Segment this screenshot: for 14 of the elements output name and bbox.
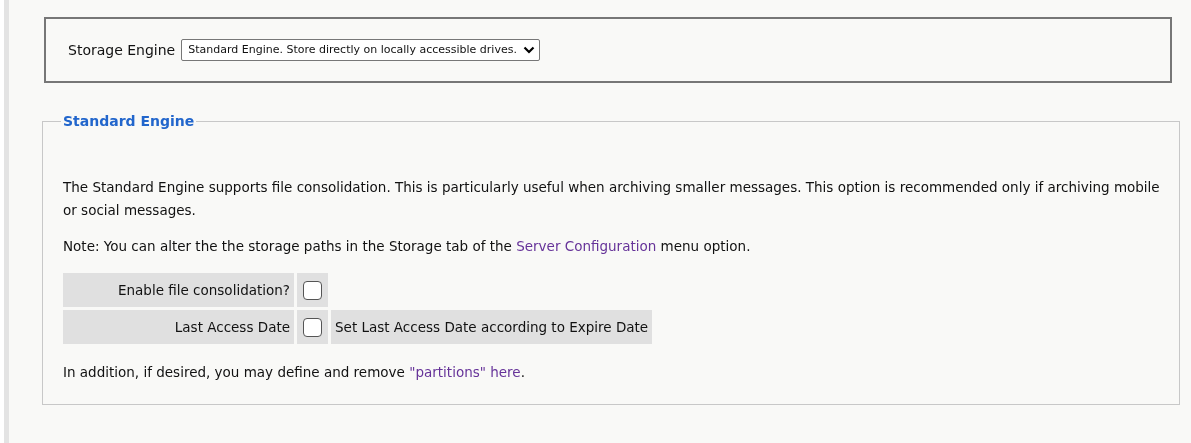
- option-label: Last Access Date: [63, 310, 294, 344]
- chevron-down-icon: [522, 46, 535, 54]
- option-label: Enable file consolidation?: [63, 273, 294, 307]
- description-text: The Standard Engine supports file consolidation. This is particularly useful when archiving smaller messages. This option is recommended only if archiving mobile or social messages.: [63, 178, 1161, 220]
- checkbox[interactable]: [303, 280, 322, 300]
- option-description: Set Last Access Date according to Expire Date: [331, 310, 653, 344]
- server-configuration-link[interactable]: Server Configuration: [516, 238, 657, 254]
- storage-engine-label: Storage Engine: [68, 40, 176, 60]
- partitions-link[interactable]: "partitions" here: [409, 364, 521, 380]
- checkbox[interactable]: [303, 317, 322, 337]
- section-legend: Standard Engine: [61, 111, 197, 132]
- storage-engine-select[interactable]: Standard Engine. Store directly on locally accessible drives.: [181, 39, 540, 61]
- note-text: Note: You can alter the the storage paths in the Storage tab of the Server Configuration menu option.: [63, 237, 752, 256]
- footer-text: In addition, if desired, you may define and remove "partitions" here.: [63, 363, 526, 382]
